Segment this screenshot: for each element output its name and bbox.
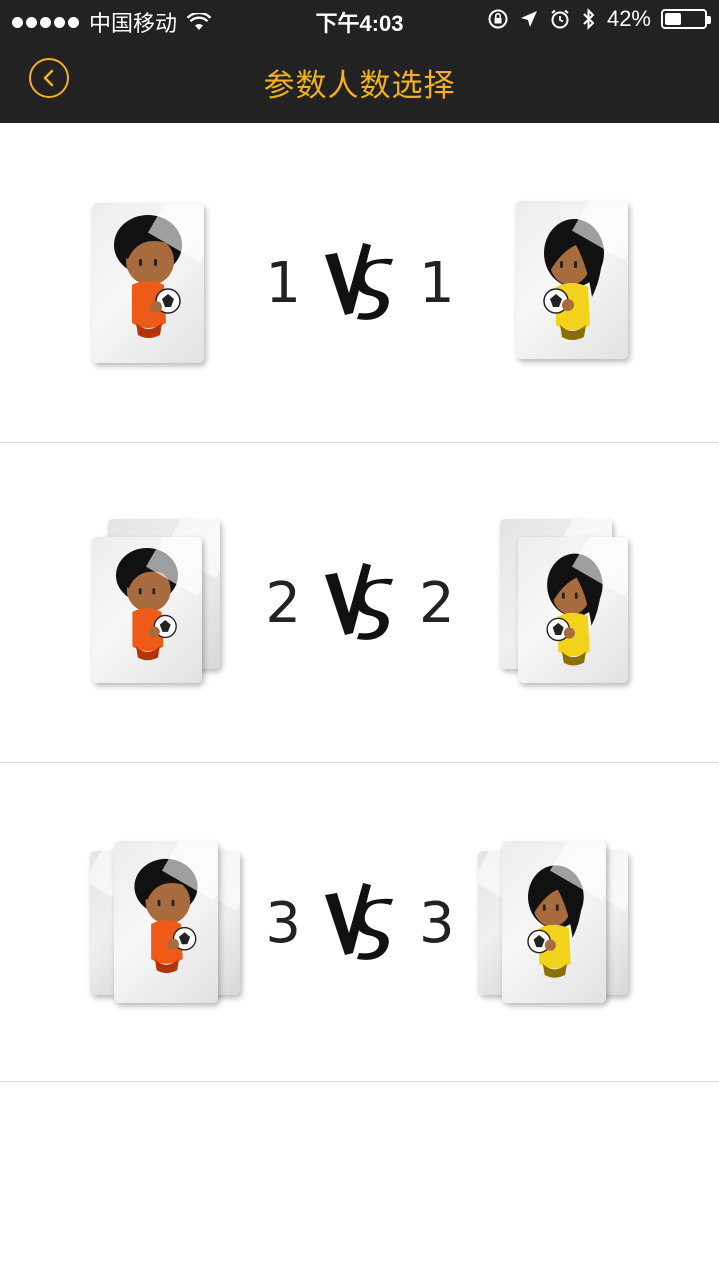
vs-icon <box>325 883 393 960</box>
left-team-cards <box>70 123 250 443</box>
orange-player-icon <box>114 215 182 338</box>
team-size-list: 1 1 2 2 3 3 <box>0 123 719 1082</box>
left-team-cards <box>70 763 250 1083</box>
option-1v1[interactable]: 1 1 <box>0 123 719 443</box>
player-card-orange <box>92 203 204 363</box>
right-count: 1 <box>419 250 455 316</box>
right-team-cards <box>470 763 650 1083</box>
battery-icon <box>661 9 711 29</box>
player-card-yellow <box>516 201 628 359</box>
right-count: 2 <box>419 570 455 636</box>
location-icon <box>519 9 539 29</box>
orange-player-icon <box>115 547 179 661</box>
player-card-orange <box>92 537 202 683</box>
matchup-label: 3 3 <box>250 763 470 1083</box>
alarm-icon <box>549 8 571 30</box>
right-team-cards <box>470 123 650 443</box>
left-count: 3 <box>265 890 301 956</box>
player-card-orange <box>114 841 218 1003</box>
matchup-label: 1 1 <box>250 123 470 443</box>
left-count: 1 <box>265 250 301 316</box>
orientation-lock-icon <box>487 8 509 30</box>
status-bar: 中国移动 下午4:03 42% <box>0 0 719 40</box>
yellow-player-icon <box>543 219 604 340</box>
option-2v2[interactable]: 2 2 <box>0 443 719 763</box>
status-right: 42% <box>487 6 711 32</box>
vs-icon <box>325 243 393 320</box>
battery-percent: 42% <box>606 6 651 31</box>
orange-player-icon <box>134 858 198 974</box>
left-team-cards <box>70 443 250 763</box>
option-3v3[interactable]: 3 3 <box>0 763 719 1082</box>
app-header: 中国移动 下午4:03 42% 参数人数选择 <box>0 0 719 123</box>
matchup-label: 2 2 <box>250 443 470 763</box>
nav-bar: 参数人数选择 <box>0 40 719 123</box>
bluetooth-icon <box>581 7 597 31</box>
yellow-player-icon <box>527 865 584 978</box>
vs-icon <box>325 563 393 640</box>
right-team-cards <box>470 443 650 763</box>
player-card-yellow <box>502 841 606 1003</box>
left-count: 2 <box>265 570 301 636</box>
player-card-yellow <box>518 537 628 683</box>
page-title: 参数人数选择 <box>263 68 456 103</box>
yellow-player-icon <box>546 553 603 666</box>
right-count: 3 <box>419 890 455 956</box>
